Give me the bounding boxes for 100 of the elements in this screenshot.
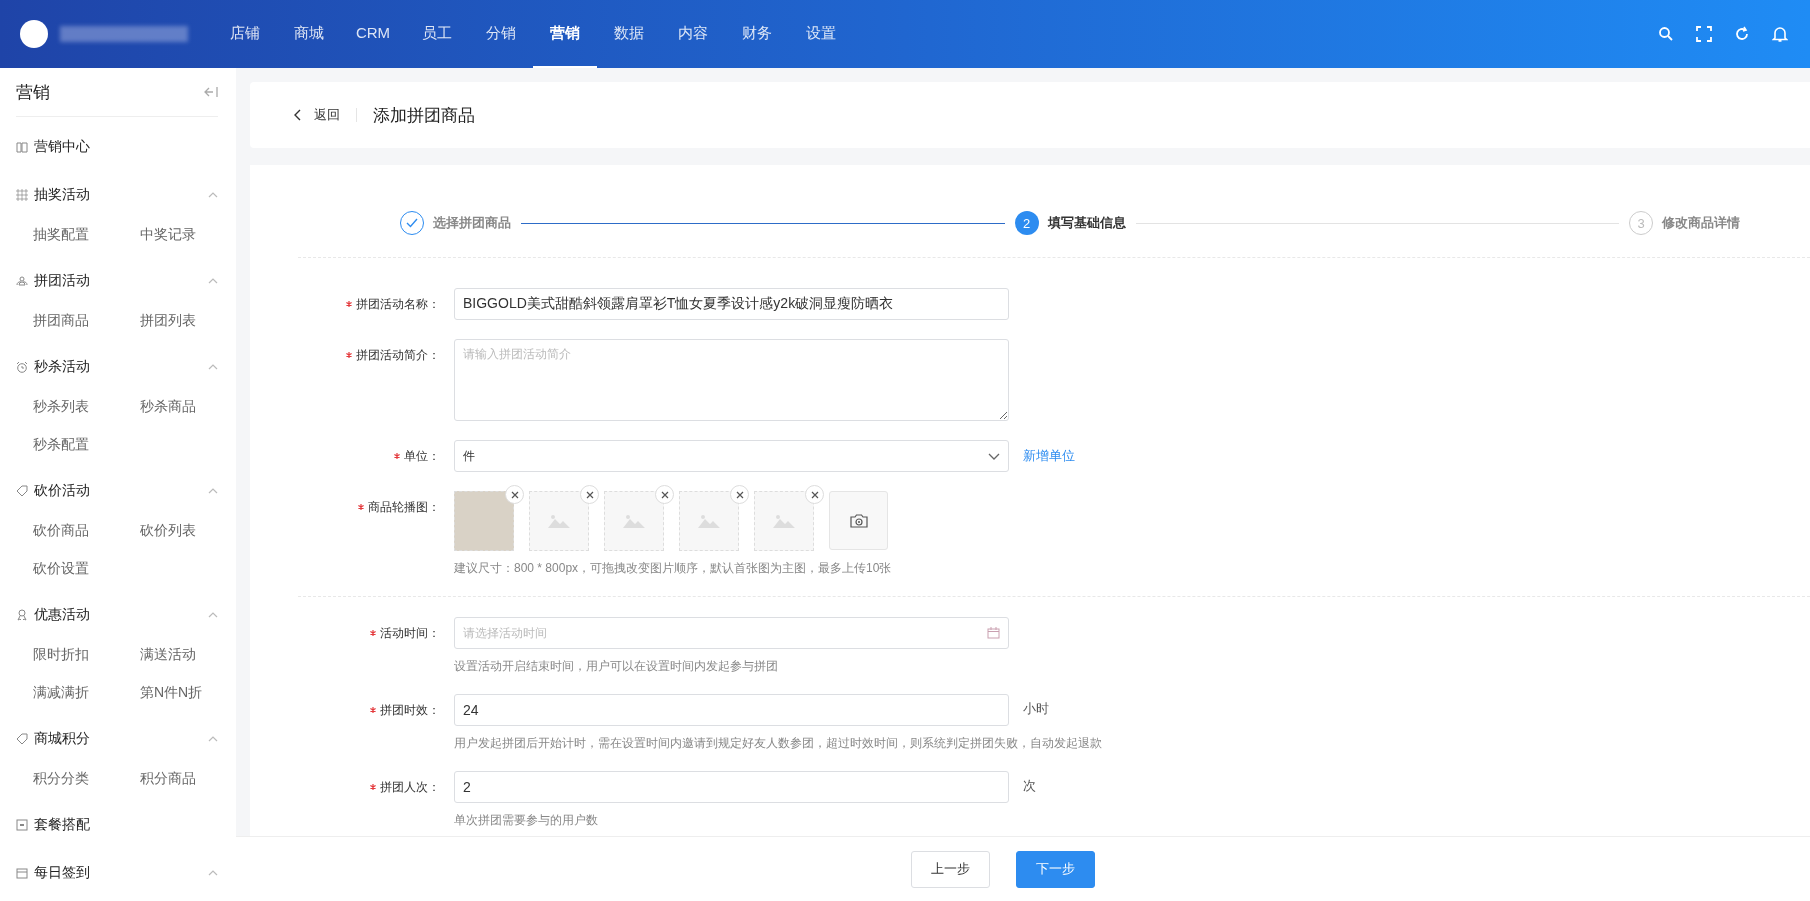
chevron-left-icon (294, 109, 302, 121)
nav-tab[interactable]: 设置 (789, 0, 853, 68)
chevron-up-icon[interactable] (208, 364, 218, 370)
close-icon (585, 490, 594, 499)
sidebar-submenu-item[interactable]: 秒杀配置 (33, 425, 140, 463)
mountain-icon (698, 514, 720, 528)
sidebar-menu-item[interactable]: 套餐搭配 (34, 816, 90, 834)
field-label: 拼团活动简介： (356, 346, 440, 364)
nav-tab[interactable]: 营销 (533, 0, 597, 68)
remove-image-button[interactable] (805, 485, 824, 504)
sidebar-menu-item[interactable]: 拼团活动 (34, 272, 90, 290)
field-label: 拼团人次： (380, 778, 440, 796)
nav-tab[interactable]: 商城 (277, 0, 341, 68)
previous-step-button[interactable]: 上一步 (911, 850, 990, 888)
page-title: 添加拼团商品 (373, 104, 475, 127)
chevron-up-icon[interactable] (208, 736, 218, 742)
sidebar-submenu-item[interactable]: 砍价列表 (140, 511, 236, 549)
text-input[interactable]: 24 (454, 694, 1009, 726)
tag-icon (16, 485, 28, 497)
mountain-icon (548, 514, 570, 528)
help-text: 建议尺寸：800 * 800px，可拖拽改变图片顺序，默认首张图为主图，最多上传10张 (454, 560, 892, 577)
calendar-icon (16, 867, 28, 879)
mountain-icon (773, 514, 795, 528)
nav-tab[interactable]: 财务 (725, 0, 789, 68)
sidebar-menu-item[interactable]: 商城积分 (34, 730, 90, 748)
sidebar-submenu-item[interactable]: 拼团列表 (140, 301, 236, 339)
step-label: 选择拼团商品 (433, 214, 511, 232)
sidebar-submenu-item[interactable]: 限时折扣 (33, 635, 140, 673)
help-text: 用户发起拼团后开始计时，需在设置时间内邀请到规定好友人数参团，超过时效时间，则系统判定拼团失败，自动发起退款 (454, 735, 1102, 752)
fullscreen-icon[interactable] (1696, 25, 1712, 42)
remove-image-button[interactable] (580, 485, 599, 504)
chevron-up-icon[interactable] (208, 192, 218, 198)
refresh-icon[interactable] (1734, 25, 1750, 42)
sidebar-submenu-item[interactable]: 中奖记录 (140, 215, 236, 253)
field-label: 拼团时效： (380, 701, 440, 719)
sidebar-menu-item[interactable]: 营销中心 (34, 138, 90, 156)
add-unit-link[interactable]: 新增单位 (1023, 447, 1075, 465)
close-icon (810, 490, 819, 499)
next-step-button[interactable]: 下一步 (1016, 850, 1095, 888)
calendar-icon (987, 627, 1000, 639)
mountain-icon (623, 514, 645, 528)
sidebar-submenu-item[interactable]: 满送活动 (140, 635, 236, 673)
step-label: 修改商品详情 (1662, 214, 1740, 232)
help-text: 设置活动开启结束时间，用户可以在设置时间内发起参与拼团 (454, 658, 779, 675)
remove-image-button[interactable] (730, 485, 749, 504)
remove-image-button[interactable] (655, 485, 674, 504)
remove-image-button[interactable] (505, 485, 524, 504)
sidebar-menu-item[interactable]: 每日签到 (34, 864, 90, 882)
text-input[interactable]: BIGGOLD美式甜酷斜领露肩罩衫T恤女夏季设计感y2k破洞显瘦防晒衣 (454, 288, 1009, 320)
sidebar-menu-item[interactable]: 优惠活动 (34, 606, 90, 624)
grid-icon (16, 189, 28, 201)
sidebar-submenu-item[interactable]: 积分分类 (33, 759, 140, 797)
clock-icon (16, 361, 28, 373)
back-link[interactable]: 返回 (294, 106, 340, 124)
close-icon (660, 490, 669, 499)
sidebar-title: 营销 (16, 81, 50, 104)
collapse-icon[interactable] (204, 86, 218, 98)
nav-tab[interactable]: CRM (341, 0, 405, 68)
field-label: 拼团活动名称： (356, 295, 440, 313)
sidebar-submenu-item[interactable]: 第N件N折 (140, 673, 236, 711)
medal-icon (16, 609, 28, 621)
sidebar-menu-item[interactable]: 秒杀活动 (34, 358, 90, 376)
chevron-up-icon[interactable] (208, 278, 218, 284)
step-number: 2 (1014, 211, 1039, 235)
sidebar-submenu-item[interactable]: 积分商品 (140, 759, 236, 797)
box-icon (16, 819, 28, 831)
chevron-up-icon[interactable] (208, 870, 218, 876)
photo-placeholder (454, 491, 514, 551)
sidebar-submenu-item[interactable]: 砍价设置 (33, 549, 140, 587)
close-icon (735, 490, 744, 499)
help-text: 单次拼团需要参与的用户数 (454, 812, 599, 829)
sidebar-submenu-item[interactable]: 秒杀列表 (33, 387, 140, 425)
logo-icon (20, 20, 48, 48)
sidebar-submenu-item[interactable]: 砍价商品 (33, 511, 140, 549)
sidebar-submenu-item[interactable]: 抽奖配置 (33, 215, 140, 253)
sidebar-submenu-item[interactable]: 拼团商品 (33, 301, 140, 339)
field-label: 单位： (404, 447, 440, 465)
nav-tab[interactable]: 员工 (405, 0, 469, 68)
sidebar-submenu-item[interactable]: 满减满折 (33, 673, 140, 711)
nav-tab[interactable]: 数据 (597, 0, 661, 68)
tag-icon (16, 733, 28, 745)
field-label: 活动时间： (380, 624, 440, 642)
bell-icon[interactable] (1772, 25, 1788, 43)
sidebar-menu-item[interactable]: 砍价活动 (34, 482, 90, 500)
search-icon[interactable] (1658, 25, 1674, 42)
unit-suffix: 小时 (1023, 700, 1049, 718)
sidebar-submenu-item[interactable]: 秒杀商品 (140, 387, 236, 425)
chevron-up-icon[interactable] (208, 612, 218, 618)
unit-suffix: 次 (1023, 777, 1036, 795)
textarea-input[interactable]: 请输入拼团活动简介 (454, 339, 1009, 421)
upload-image-button[interactable] (829, 491, 888, 550)
nav-tab[interactable]: 内容 (661, 0, 725, 68)
book-icon (16, 141, 28, 153)
close-icon (510, 490, 519, 499)
nav-tab[interactable]: 店铺 (213, 0, 277, 68)
chevron-up-icon[interactable] (208, 488, 218, 494)
sidebar-menu-item[interactable]: 抽奖活动 (34, 186, 90, 204)
nav-tab[interactable]: 分销 (469, 0, 533, 68)
text-input[interactable]: 2 (454, 771, 1009, 803)
unit-select[interactable]: 件 (454, 440, 1009, 472)
